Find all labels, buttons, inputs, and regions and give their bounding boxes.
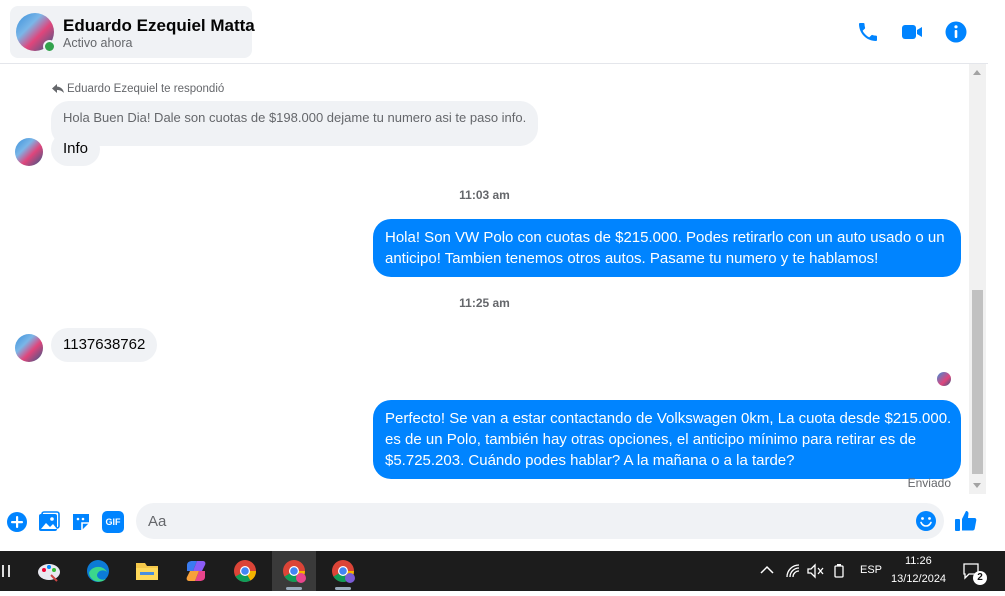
chevron-up-icon[interactable] <box>760 565 774 575</box>
language-indicator[interactable]: ESP <box>860 564 882 576</box>
message-composer: GIF <box>0 494 1005 551</box>
chrome-icon[interactable] <box>223 551 267 591</box>
file-explorer-icon[interactable] <box>125 551 169 591</box>
plus-icon[interactable] <box>6 511 28 533</box>
chrome-profile-icon[interactable] <box>272 551 316 591</box>
sent-status: Enviado <box>907 476 951 490</box>
phone-icon[interactable] <box>856 20 880 44</box>
message-line: Perfecto! Se van a estar contactando de … <box>385 410 952 427</box>
gif-icon[interactable]: GIF <box>102 511 124 533</box>
incoming-message[interactable]: 1137638762 <box>51 328 158 362</box>
photo-icon[interactable] <box>38 511 60 533</box>
reply-arrow-icon <box>52 84 64 93</box>
timestamp-separator: 11:03 am <box>459 188 510 202</box>
reply-note-text: Eduardo Ezequiel te respondió <box>67 83 225 95</box>
scrollbar-thumb[interactable] <box>972 290 983 474</box>
active-app-indicator <box>286 587 302 590</box>
contact-status: Activo ahora <box>63 36 133 50</box>
message-line: es de un Polo, también hay otras opcione… <box>385 431 917 448</box>
sender-avatar <box>15 138 43 166</box>
edge-icon[interactable] <box>76 551 120 591</box>
quoted-message[interactable]: Hola Buen Dia! Dale son cuotas de $198.0… <box>51 101 539 146</box>
reply-note: Eduardo Ezequiel te respondió <box>52 83 224 95</box>
contact-name: Eduardo Ezequiel Matta <box>63 16 255 35</box>
seen-indicator-avatar <box>937 372 951 386</box>
messages-scrollbar[interactable] <box>969 64 986 494</box>
wifi-icon[interactable] <box>785 563 801 579</box>
thumbs-up-icon[interactable] <box>954 509 978 533</box>
clock-date[interactable]: 13/12/2024 <box>891 573 946 585</box>
scroll-up-arrow-icon[interactable] <box>973 70 981 75</box>
volume-muted-icon[interactable] <box>806 563 824 579</box>
copilot-icon[interactable] <box>174 551 218 591</box>
contact-card[interactable]: Eduardo Ezequiel Matta Activo ahora <box>10 6 255 58</box>
chat-header: Eduardo Ezequiel Matta Activo ahora <box>0 0 988 64</box>
video-camera-icon[interactable] <box>900 20 924 44</box>
task-view-icon[interactable] <box>2 565 10 577</box>
outgoing-message[interactable]: Perfecto! Se van a estar contactando de … <box>373 400 961 479</box>
notification-badge: 2 <box>973 571 987 585</box>
messages-list[interactable]: Eduardo Ezequiel te respondió Hola Buen … <box>0 64 988 494</box>
paint-app-icon[interactable] <box>27 551 71 591</box>
scroll-down-arrow-icon[interactable] <box>973 483 981 488</box>
battery-plug-icon[interactable] <box>832 563 846 579</box>
info-icon[interactable] <box>944 20 968 44</box>
message-input[interactable] <box>136 503 944 539</box>
messenger-window: Eduardo Ezequiel Matta Activo ahora Edua… <box>0 0 1005 551</box>
chrome-profile-2-icon[interactable] <box>321 551 365 591</box>
emoji-icon[interactable] <box>915 510 937 532</box>
sender-avatar <box>15 334 43 362</box>
running-app-indicator <box>335 587 351 590</box>
incoming-message[interactable]: Info <box>51 132 101 166</box>
message-line: $5.725.203. Cuándo podes hablar? A la ma… <box>385 452 795 469</box>
sticker-icon[interactable] <box>70 511 92 533</box>
timestamp-separator: 11:25 am <box>459 296 510 310</box>
windows-taskbar: ESP 11:26 13/12/2024 2 <box>0 551 1005 591</box>
online-indicator <box>43 40 56 53</box>
clock-time[interactable]: 11:26 <box>905 555 932 567</box>
outgoing-message[interactable]: Hola! Son VW Polo con cuotas de $215.000… <box>373 219 961 277</box>
